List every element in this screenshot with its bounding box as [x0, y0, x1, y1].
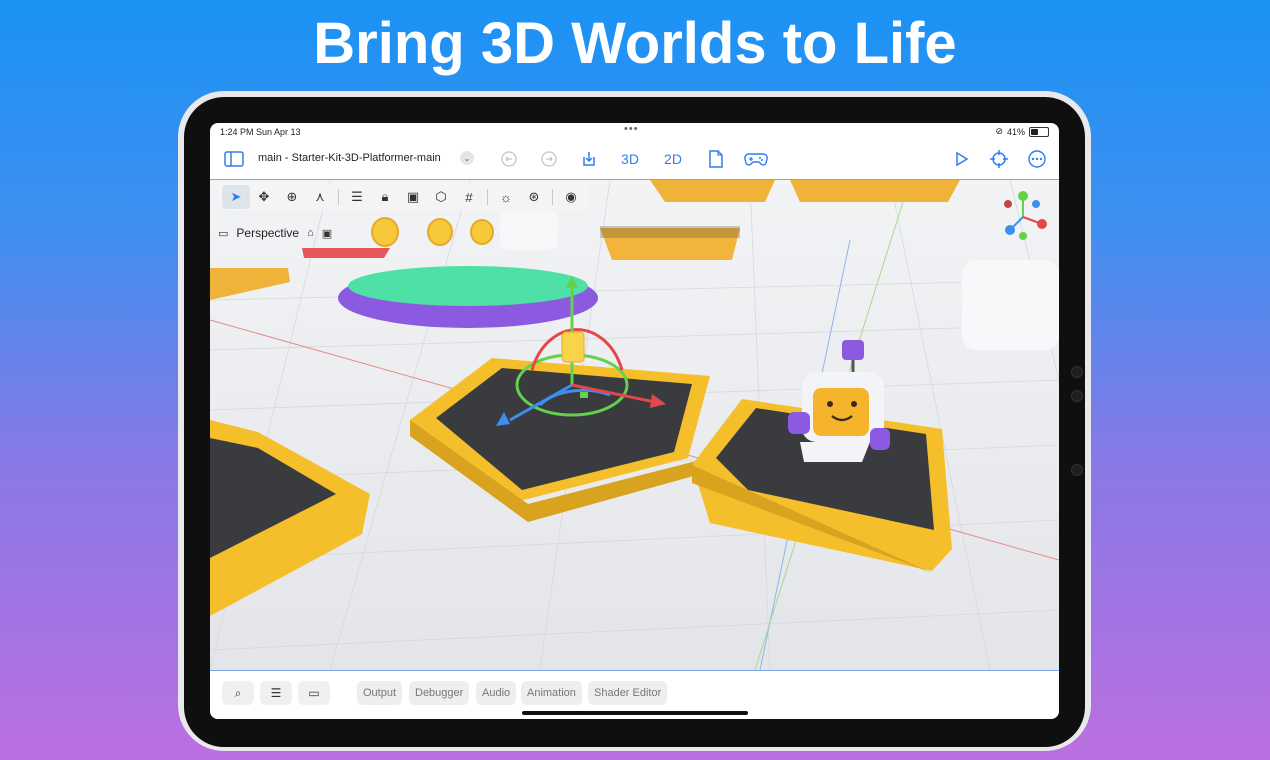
crosshair-icon[interactable] — [987, 147, 1011, 171]
lock-icon[interactable]: 🔒︎ — [371, 185, 399, 209]
toolbar-divider — [338, 189, 339, 205]
sidebar-toggle-icon[interactable] — [222, 147, 246, 171]
move-tool-icon[interactable]: ✥ — [250, 185, 278, 209]
script-icon[interactable] — [704, 147, 728, 171]
play-icon[interactable] — [950, 147, 974, 171]
redo-icon[interactable] — [537, 147, 561, 171]
home-indicator[interactable] — [522, 711, 748, 715]
animation-icon[interactable]: ◉ — [557, 185, 585, 209]
sun-icon[interactable]: ☼ — [492, 185, 520, 209]
battery-icon — [1029, 126, 1049, 137]
search-icon[interactable]: ⌕ — [222, 681, 254, 705]
platform-far-1 — [650, 180, 775, 202]
status-bar: 1:24 PM Sun Apr 13 ••• ⊘ 41% — [210, 123, 1059, 139]
green-island-top — [348, 266, 588, 306]
coins — [371, 217, 494, 247]
tab-label: Shader Editor — [594, 687, 662, 699]
white-block-1 — [500, 210, 558, 250]
editor-toolbar: main - Starter-Kit-3D-Platformer-main ⌄ … — [210, 141, 1059, 180]
headline: Bring 3D Worlds to Life — [313, 11, 957, 76]
list-icon[interactable]: ☰ — [343, 185, 371, 209]
camera-label[interactable]: Perspective — [236, 226, 299, 240]
save-icon[interactable] — [577, 147, 601, 171]
select-tool-icon[interactable]: ➤ — [222, 185, 250, 209]
tab-label: Animation — [527, 687, 576, 699]
side-button — [1071, 366, 1083, 378]
link-icon: ⊘ — [995, 126, 1003, 136]
tab-label: Output — [363, 687, 397, 699]
mode-3d-label: 3D — [621, 151, 639, 167]
rotate-tool-icon[interactable]: ⊕ — [278, 185, 306, 209]
gamepad-icon[interactable] — [744, 147, 768, 171]
side-button — [1071, 390, 1083, 402]
outline-list-icon[interactable]: ☰ — [260, 681, 292, 705]
scale-tool-icon[interactable]: ⋏ — [306, 185, 334, 209]
home-icon[interactable]: ⌂ — [307, 227, 314, 239]
mode-3d-button[interactable]: 3D — [618, 147, 642, 171]
mode-2d-button[interactable]: 2D — [661, 147, 685, 171]
camera-controls: ▭ Perspective ⌂ ▣ — [218, 222, 332, 244]
folder-icon[interactable]: ▭ — [298, 681, 330, 705]
toolbar-divider — [552, 189, 553, 205]
platform-far-2 — [790, 180, 960, 202]
more-icon[interactable] — [1025, 147, 1049, 171]
tab-audio[interactable]: Audio — [476, 681, 517, 705]
chevron-down-icon[interactable]: ⌄ — [460, 151, 474, 165]
viewport-toolbar: ➤ ✥ ⊕ ⋏ ☰ 🔒︎ ▣ ⬡ # ☼ ⊛ ◉ — [218, 183, 589, 211]
side-button — [1071, 464, 1083, 476]
status-time: 1:24 PM Sun Apr 13 — [220, 127, 301, 137]
multitask-dots[interactable]: ••• — [624, 123, 639, 135]
undo-icon[interactable] — [497, 147, 521, 171]
3d-viewport[interactable]: ➤ ✥ ⊕ ⋏ ☰ 🔒︎ ▣ ⬡ # ☼ ⊛ ◉ ▭ Perspective ⌂… — [210, 180, 1059, 670]
scene-title[interactable]: main - Starter-Kit-3D-Platformer-main — [258, 152, 441, 164]
grid-icon[interactable]: # — [455, 185, 483, 209]
tab-output[interactable]: Output — [357, 681, 403, 705]
orientation-gizmo[interactable] — [996, 190, 1050, 244]
app-screen: 1:24 PM Sun Apr 13 ••• ⊘ 41% main - Star… — [210, 123, 1059, 719]
globe-icon[interactable]: ⊛ — [520, 185, 548, 209]
camera-preview-icon[interactable]: ▣ — [322, 227, 332, 240]
tab-label: Debugger — [415, 687, 464, 699]
menu-icon[interactable]: ▭ — [218, 227, 228, 240]
tab-shader-editor[interactable]: Shader Editor — [588, 681, 668, 705]
mesh-icon[interactable]: ⬡ — [427, 185, 455, 209]
group-icon[interactable]: ▣ — [399, 185, 427, 209]
tab-label: Audio — [482, 687, 511, 699]
3d-scene[interactable] — [210, 180, 1059, 670]
status-right: ⊘ 41% — [995, 126, 1049, 137]
tab-animation[interactable]: Animation — [521, 681, 582, 705]
tab-debugger[interactable]: Debugger — [409, 681, 470, 705]
battery-percent: 41% — [1006, 126, 1025, 137]
mode-2d-label: 2D — [664, 151, 682, 167]
white-block-2 — [962, 260, 1059, 350]
red-platform — [302, 248, 390, 258]
toolbar-divider — [487, 189, 488, 205]
